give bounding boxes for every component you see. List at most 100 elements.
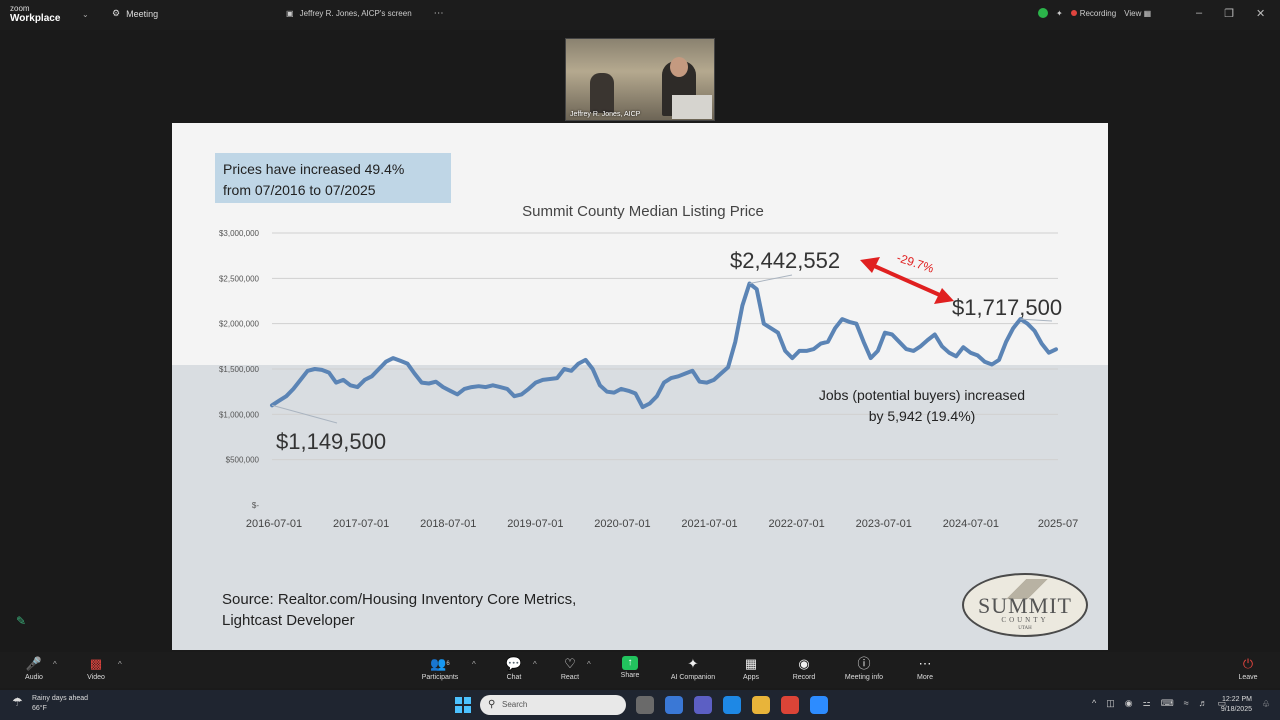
location-icon[interactable]: ◉ xyxy=(1125,698,1133,709)
video-options-chevron-icon[interactable]: ^ xyxy=(118,660,122,669)
volume-icon[interactable]: ♬ xyxy=(1199,698,1208,709)
shield-icon[interactable] xyxy=(1038,8,1048,18)
x-tick-label: 2023-07-01 xyxy=(856,518,912,530)
y-tick-label: $3,000,000 xyxy=(219,229,260,238)
tab-shared-screen[interactable]: ▣ Jeffrey R. Jones, AICP's screen ⋯ xyxy=(286,8,444,19)
ai-companion-label: AI Companion xyxy=(670,674,716,681)
search-icon: ⚲ xyxy=(488,699,496,710)
zoom-logo-line2: Workplace xyxy=(10,13,61,24)
audio-label: Audio xyxy=(25,674,43,681)
teams-icon[interactable] xyxy=(694,696,712,714)
chrome-icon[interactable] xyxy=(781,696,799,714)
x-tick-label: 2021-07-01 xyxy=(681,518,737,530)
wifi-icon[interactable]: ≈ xyxy=(1184,698,1189,709)
more-options-icon[interactable]: ⋯ xyxy=(434,8,444,19)
keyboard-icon[interactable]: ⌨ xyxy=(1161,698,1174,709)
close-icon[interactable]: ✕ xyxy=(1256,7,1265,20)
participants-button[interactable]: 👥6 Participants xyxy=(412,656,468,681)
windows-taskbar: ☂ Rainy days ahead 66°F ⚲ Search ^ ◫ ◉ ⚍… xyxy=(0,690,1280,720)
react-options-chevron-icon[interactable]: ^ xyxy=(587,660,591,669)
network-share-icon[interactable]: ◫ xyxy=(1106,698,1115,709)
copilot-icon[interactable] xyxy=(665,696,683,714)
x-tick-label: 2025-07 xyxy=(1038,518,1078,530)
annotate-pencil-icon[interactable]: ✎ xyxy=(16,614,26,628)
more-button[interactable]: ⋯ More xyxy=(897,656,953,681)
edge-icon[interactable] xyxy=(723,696,741,714)
jobs-line2: by 5,942 (19.4%) xyxy=(868,408,976,424)
view-label: View xyxy=(1124,8,1142,18)
leave-button[interactable]: ⏻ Leave xyxy=(1220,656,1276,681)
annotation-latest-value: $1,717,500 xyxy=(952,295,1062,320)
apps-grid-icon: ▦ xyxy=(744,656,758,671)
record-label: Record xyxy=(792,674,816,681)
leave-icon: ⏻ xyxy=(1242,656,1254,671)
apps-label: Apps xyxy=(743,674,759,681)
window-controls: – ❐ ✕ xyxy=(1196,7,1265,20)
source-line1: Source: Realtor.com/Housing Inventory Co… xyxy=(222,591,577,608)
weather-line1: Rainy days ahead xyxy=(32,695,89,702)
file-explorer-icon[interactable] xyxy=(752,696,770,714)
tab-meeting[interactable]: ⚙ Meeting xyxy=(112,8,158,19)
view-button[interactable]: View ▦ xyxy=(1124,9,1151,18)
usb-icon[interactable]: ⚍ xyxy=(1143,698,1151,709)
y-tick-label: $1,500,000 xyxy=(219,365,260,374)
zoom-app-icon[interactable] xyxy=(810,696,828,714)
video-person-head xyxy=(670,57,688,77)
taskbar-search-box[interactable]: ⚲ Search xyxy=(480,695,626,715)
source-note: Source: Realtor.com/Housing Inventory Co… xyxy=(222,589,576,631)
annotation-peak-value: $2,442,552 xyxy=(730,248,840,273)
meeting-info-button[interactable]: ⓘ Meeting info xyxy=(836,656,892,681)
weather-widget[interactable]: ☂ Rainy days ahead 66°F xyxy=(12,694,88,714)
restore-icon[interactable]: ❐ xyxy=(1224,7,1234,20)
meeting-icon: ⚙ xyxy=(112,8,121,18)
participant-video[interactable]: Jeffrey R. Jones, AICP xyxy=(565,38,715,121)
zoom-logo[interactable]: zoom Workplace xyxy=(10,4,60,24)
tab-shared-screen-label: Jeffrey R. Jones, AICP's screen xyxy=(299,9,412,18)
chevron-up-icon[interactable]: ^ xyxy=(1092,698,1096,709)
x-tick-label: 2018-07-01 xyxy=(420,518,476,530)
audio-options-chevron-icon[interactable]: ^ xyxy=(53,660,57,669)
annotation-start-value: $1,149,500 xyxy=(276,429,386,454)
system-tray: ^ ◫ ◉ ⚍ ⌨ ≈ ♬ ▭ xyxy=(1092,698,1226,709)
x-axis-ticks: 2016-07-01 2017-07-01 2018-07-01 2019-07-01… xyxy=(246,518,1078,530)
y-tick-label: $500,000 xyxy=(226,456,260,465)
rain-cloud-icon: ☂ xyxy=(12,695,23,709)
record-icon: ◉ xyxy=(798,656,810,671)
x-tick-label: 2024-07-01 xyxy=(943,518,999,530)
task-view-icon[interactable] xyxy=(636,696,654,714)
jobs-increase-note: Jobs (potential buyers) increased by 5,9… xyxy=(782,385,1062,427)
video-button[interactable]: ▩ Video xyxy=(68,656,124,681)
notification-bell-icon[interactable]: ♧ xyxy=(1262,699,1270,710)
participants-count: 6 xyxy=(446,661,450,667)
record-button[interactable]: ◉ Record xyxy=(776,656,832,681)
participants-icon: 👥6 xyxy=(430,656,450,671)
recording-indicator[interactable]: Recording xyxy=(1070,9,1116,18)
logo-state: UTAH xyxy=(1018,626,1032,631)
x-tick-label: 2016-07-01 xyxy=(246,518,302,530)
leader-line xyxy=(749,274,793,285)
apps-button[interactable]: ▦ Apps xyxy=(723,656,779,681)
recording-area: ✦ Recording View ▦ xyxy=(1038,8,1151,18)
video-off-icon: ▩ xyxy=(89,656,103,671)
share-button[interactable]: ↑ Share xyxy=(602,656,658,679)
chat-options-chevron-icon[interactable]: ^ xyxy=(533,660,537,669)
taskbar-clock[interactable]: 12:22 PM 9/18/2025 xyxy=(1212,695,1252,715)
participant-name: Jeffrey R. Jones, AICP xyxy=(570,111,641,118)
participants-label: Participants xyxy=(421,674,459,681)
logo-sub: COUNTY xyxy=(1001,616,1049,624)
taskbar-apps xyxy=(636,696,828,714)
video-laptop xyxy=(672,95,712,119)
participants-options-chevron-icon[interactable]: ^ xyxy=(472,660,476,669)
windows-start-icon[interactable] xyxy=(455,697,471,713)
share-screen-icon: ↑ xyxy=(622,656,638,670)
chat-label: Chat xyxy=(506,674,522,681)
clock-date: 9/18/2025 xyxy=(1220,706,1252,713)
zoom-title-bar: zoom Workplace ⌄ ⚙ Meeting ▣ Jeffrey R. … xyxy=(0,0,1280,30)
shared-slide: Prices have increased 49.4% from 07/2016… xyxy=(172,123,1108,650)
chart-title: Summit County Median Listing Price xyxy=(522,203,764,220)
minimize-icon[interactable]: – xyxy=(1196,7,1202,20)
summit-county-logo: SUMMIT COUNTY UTAH xyxy=(962,573,1088,637)
sparkle-icon[interactable]: ✦ xyxy=(1056,9,1063,18)
chevron-down-icon[interactable]: ⌄ xyxy=(82,10,89,19)
ai-companion-button[interactable]: ✦ AI Companion xyxy=(665,656,721,681)
